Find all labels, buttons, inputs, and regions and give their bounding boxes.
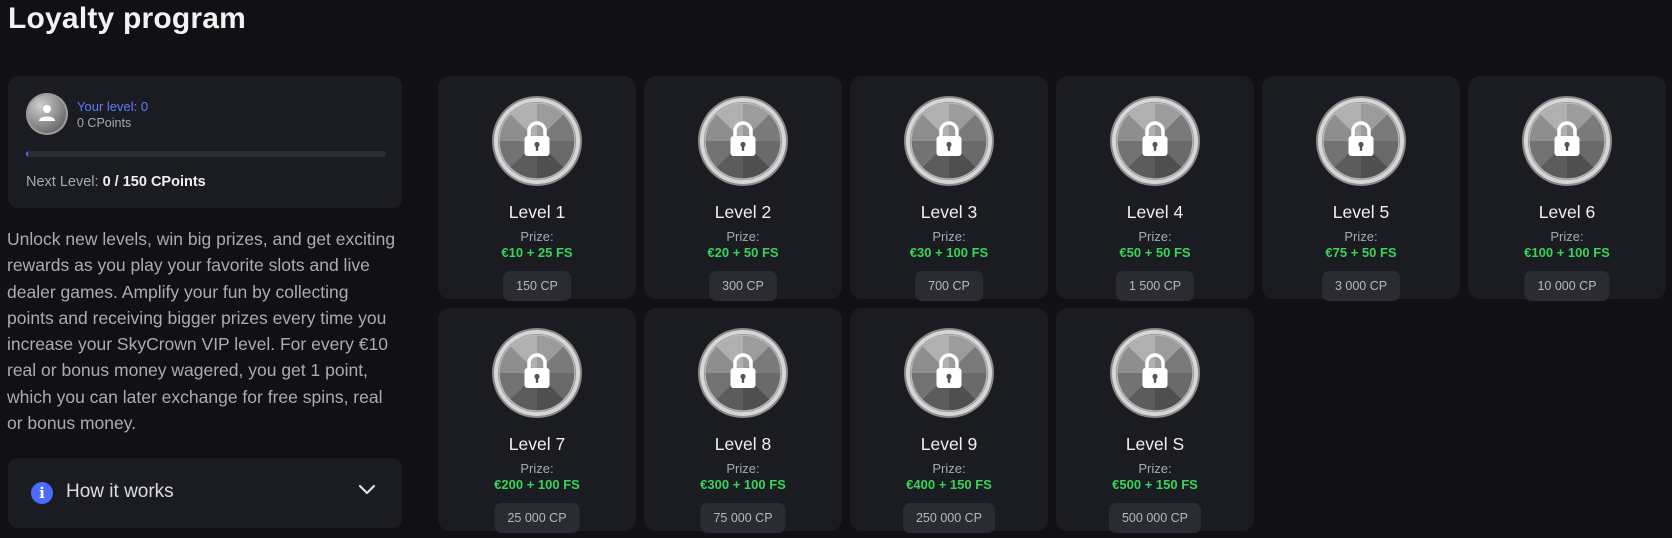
next-level-value: 0 / 150 CPoints: [102, 174, 206, 190]
cp-requirement-badge: 150 CP: [503, 271, 571, 301]
cp-requirement-badge: 75 000 CP: [700, 503, 786, 533]
locked-medal-icon: [903, 95, 995, 187]
level-card[interactable]: Level 7 Prize: €200 + 100 FS 25 000 CP: [438, 308, 636, 533]
prize-value: €300 + 100 FS: [700, 477, 786, 492]
level-name: Level 3: [920, 202, 978, 222]
program-description: Unlock new levels, win big prizes, and g…: [7, 229, 396, 434]
prize-label: Prize:: [932, 229, 966, 244]
prize-value: €75 + 50 FS: [1325, 245, 1397, 260]
cp-requirement-badge: 10 000 CP: [1524, 271, 1610, 301]
locked-medal-icon: [1109, 95, 1201, 187]
level-progress-fill: [26, 151, 29, 157]
cpoints-text: 0 CPoints: [77, 116, 132, 130]
locked-medal-icon: [697, 95, 789, 187]
level-card[interactable]: Level 5 Prize: €75 + 50 FS 3 000 CP: [1262, 76, 1460, 301]
level-card[interactable]: Level 9 Prize: €400 + 150 FS 250 000 CP: [850, 308, 1048, 533]
prize-value: €500 + 150 FS: [1112, 477, 1198, 492]
prize-value: €200 + 100 FS: [494, 477, 580, 492]
level-name: Level 6: [1538, 202, 1596, 222]
prize-label: Prize:: [726, 461, 760, 476]
prize-value: €100 + 100 FS: [1524, 245, 1610, 260]
cp-requirement-badge: 25 000 CP: [494, 503, 580, 533]
prize-label: Prize:: [726, 229, 760, 244]
cp-requirement-badge: 500 000 CP: [1108, 503, 1202, 533]
next-level-text: Next Level: 0 / 150 CPoints: [26, 174, 206, 190]
cp-requirement-badge: 300 CP: [709, 271, 777, 301]
level-card[interactable]: Level 3 Prize: €30 + 100 FS 700 CP: [850, 76, 1048, 301]
level-card[interactable]: Level 1 Prize: €10 + 25 FS 150 CP: [438, 76, 636, 301]
cp-requirement-badge: 700 CP: [915, 271, 983, 301]
level-card[interactable]: Level 8 Prize: €300 + 100 FS 75 000 CP: [644, 308, 842, 533]
level-name: Level 5: [1332, 202, 1390, 222]
level-name: Level S: [1125, 434, 1185, 454]
level-card[interactable]: Level 6 Prize: €100 + 100 FS 10 000 CP: [1468, 76, 1666, 301]
level-card[interactable]: Level 4 Prize: €50 + 50 FS 1 500 CP: [1056, 76, 1254, 301]
prize-label: Prize:: [1138, 229, 1172, 244]
chevron-down-icon: [358, 484, 376, 495]
level-progress-bar: [26, 151, 386, 157]
user-avatar-icon: [26, 93, 68, 135]
prize-label: Prize:: [1550, 229, 1584, 244]
cp-requirement-badge: 250 000 CP: [902, 503, 996, 533]
level-card[interactable]: Level S Prize: €500 + 150 FS 500 000 CP: [1056, 308, 1254, 533]
level-name: Level 2: [714, 202, 772, 222]
locked-medal-icon: [1109, 327, 1201, 419]
prize-value: €50 + 50 FS: [1119, 245, 1191, 260]
cp-requirement-badge: 3 000 CP: [1321, 271, 1401, 301]
prize-value: €20 + 50 FS: [707, 245, 779, 260]
how-it-works-label: How it works: [66, 481, 174, 502]
info-icon: i: [31, 482, 53, 504]
next-level-label: Next Level:: [26, 174, 99, 190]
level-name: Level 1: [508, 202, 566, 222]
level-name: Level 8: [714, 434, 772, 454]
prize-label: Prize:: [520, 229, 554, 244]
level-name: Level 7: [508, 434, 566, 454]
locked-medal-icon: [1521, 95, 1613, 187]
locked-medal-icon: [903, 327, 995, 419]
prize-label: Prize:: [932, 461, 966, 476]
level-name: Level 9: [920, 434, 978, 454]
user-level-card: Your level: 0 0 CPoints Next Level: 0 / …: [8, 76, 402, 208]
prize-value: €10 + 25 FS: [501, 245, 573, 260]
locked-medal-icon: [1315, 95, 1407, 187]
locked-medal-icon: [491, 327, 583, 419]
locked-medal-icon: [697, 327, 789, 419]
your-level-text: Your level: 0: [77, 99, 149, 114]
how-it-works-accordion[interactable]: i How it works: [8, 458, 402, 528]
cp-requirement-badge: 1 500 CP: [1115, 271, 1195, 301]
prize-value: €30 + 100 FS: [909, 245, 989, 260]
prize-value: €400 + 150 FS: [906, 477, 992, 492]
locked-medal-icon: [491, 95, 583, 187]
prize-label: Prize:: [520, 461, 554, 476]
prize-label: Prize:: [1138, 461, 1172, 476]
level-name: Level 4: [1126, 202, 1184, 222]
page-title: Loyalty program: [8, 2, 247, 35]
level-card[interactable]: Level 2 Prize: €20 + 50 FS 300 CP: [644, 76, 842, 301]
prize-label: Prize:: [1344, 229, 1378, 244]
